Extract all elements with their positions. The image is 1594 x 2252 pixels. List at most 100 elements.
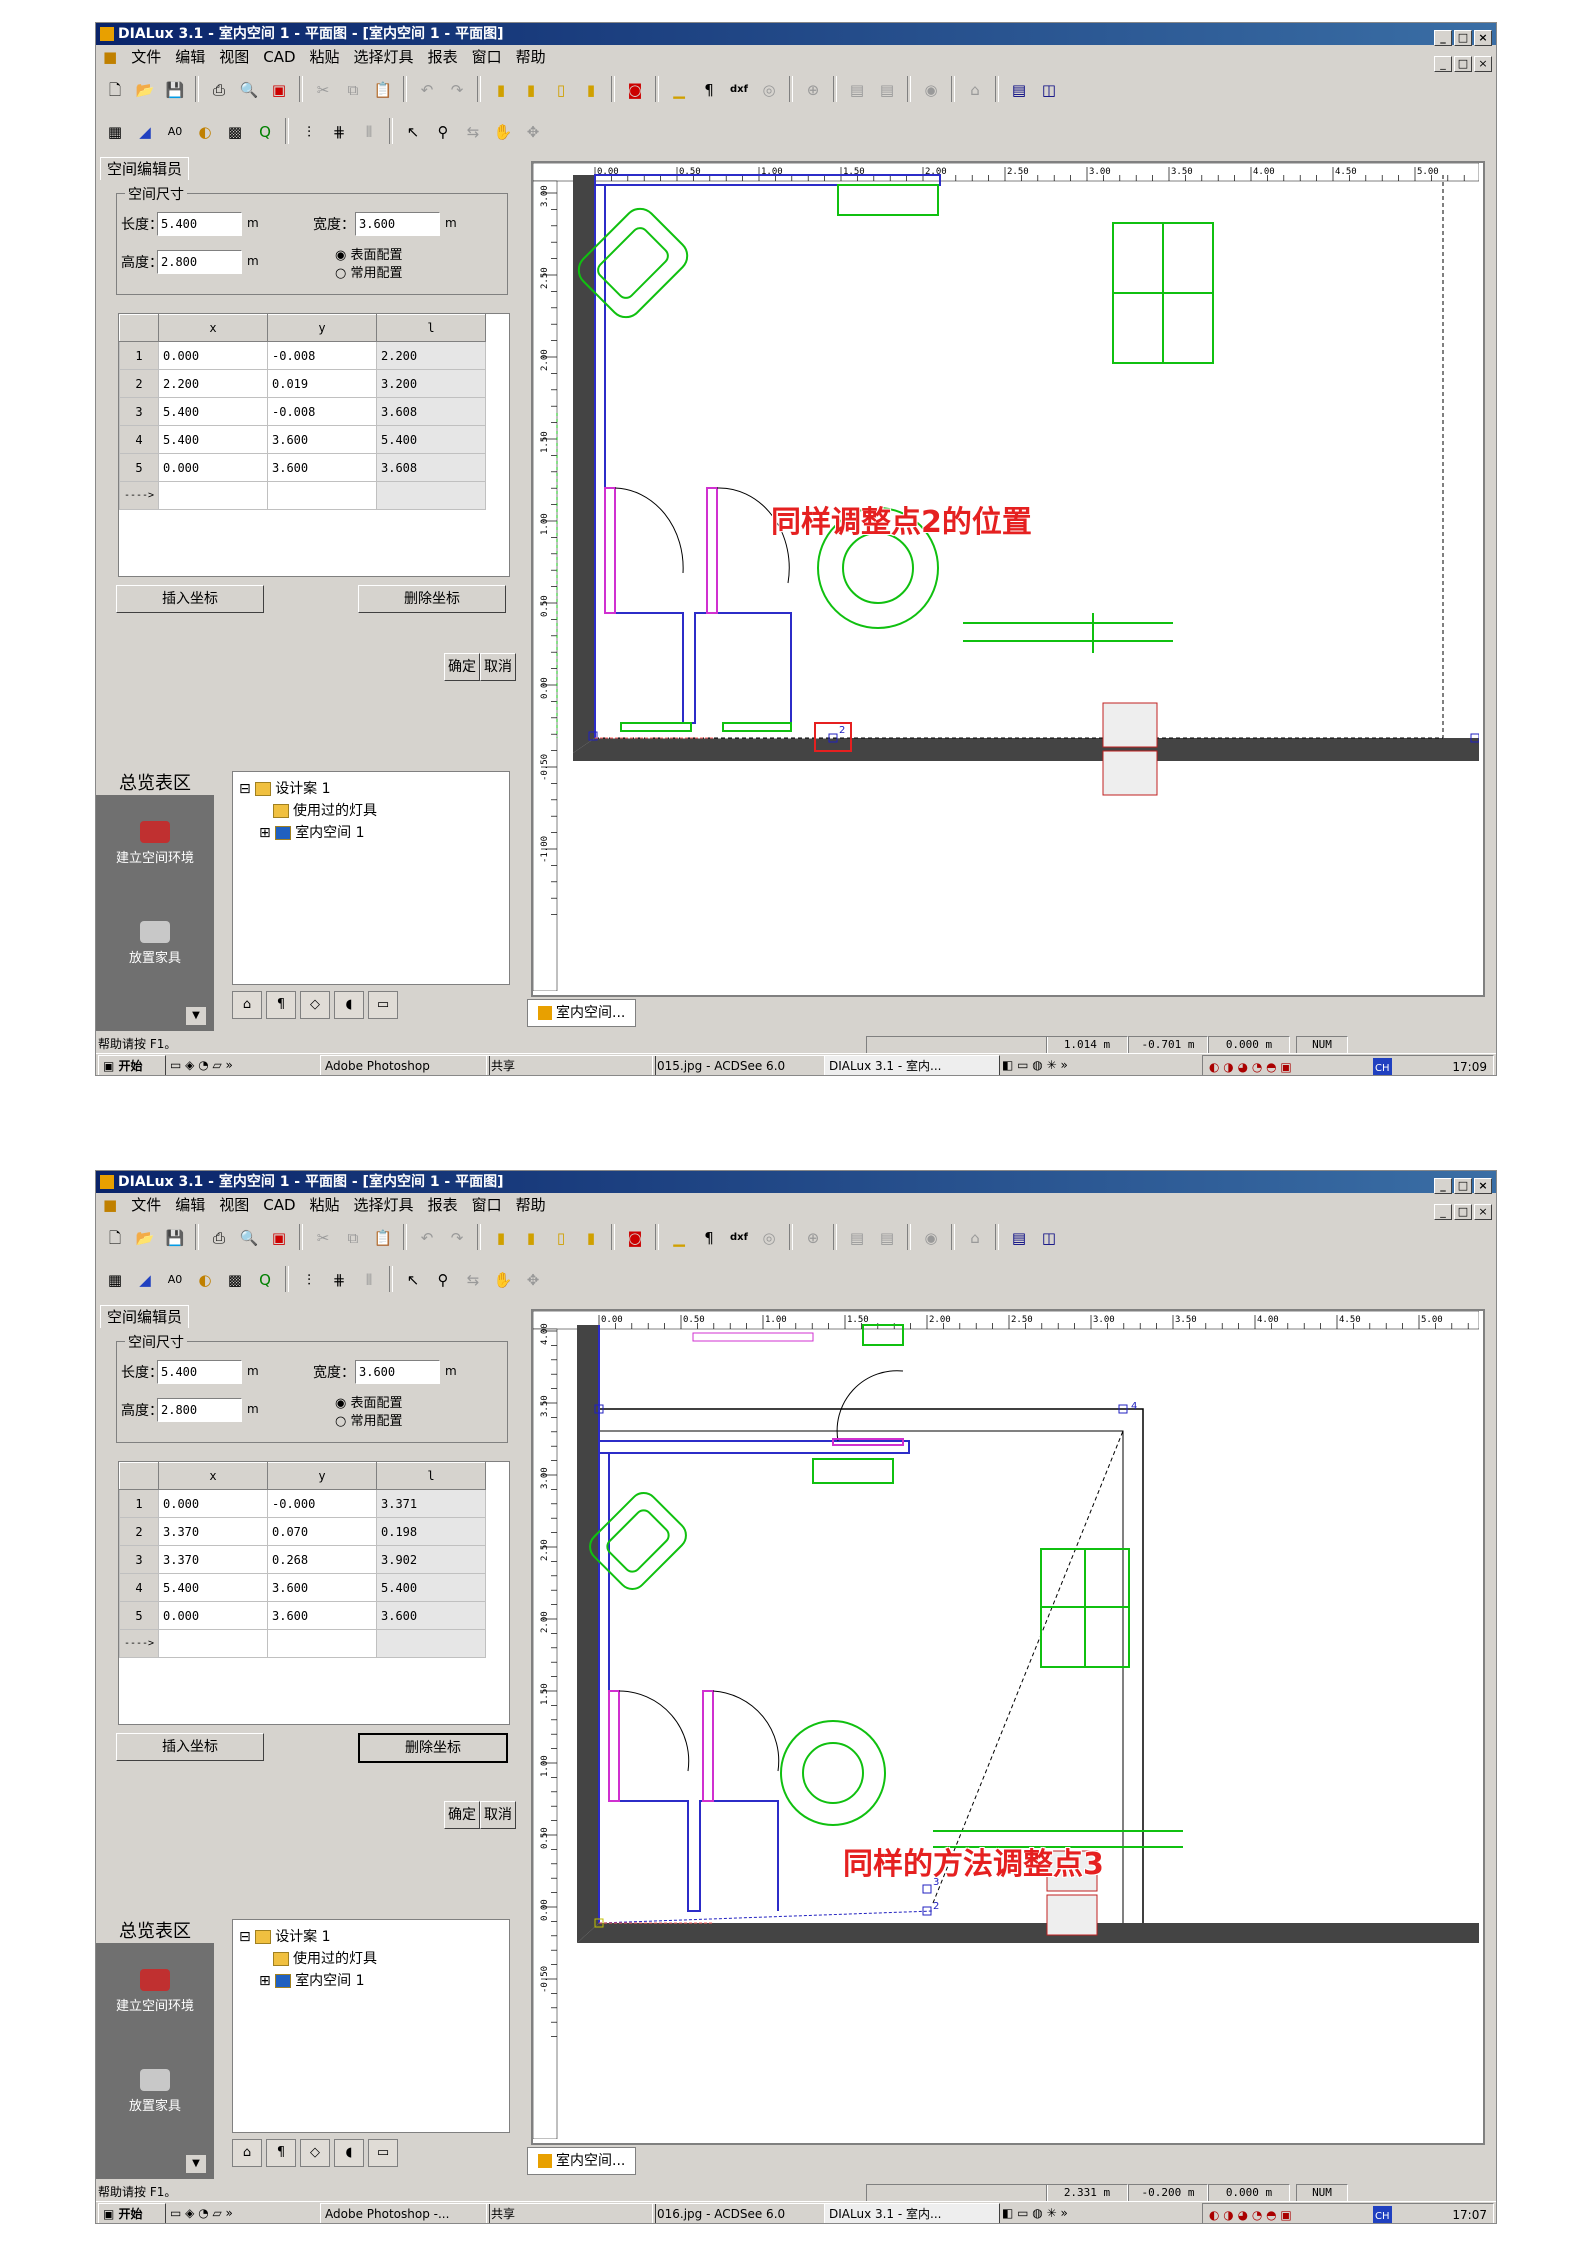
table-row-new[interactable]: ----> <box>119 481 486 510</box>
start-button[interactable]: ▣ 开始 <box>98 2203 166 2223</box>
menu-paste[interactable]: 粘贴 <box>303 1193 347 1217</box>
table-row[interactable]: 3 3.370 0.268 3.902 <box>119 1545 486 1574</box>
scroll-down-icon[interactable]: ▼ <box>186 1007 206 1025</box>
insert-coordinate-button[interactable]: 插入坐标 <box>116 585 264 613</box>
cell-y[interactable] <box>267 481 377 510</box>
doc2-icon[interactable]: ▤ <box>873 1224 901 1252</box>
orbit-icon[interactable]: ✥ <box>519 118 547 146</box>
room-icon[interactable]: ▮ <box>487 76 515 104</box>
doc2-icon[interactable]: ▤ <box>873 76 901 104</box>
ok-button[interactable]: 确定 <box>444 1801 480 1829</box>
dxf-icon[interactable]: dxf <box>725 76 753 104</box>
cell-y[interactable] <box>267 1629 377 1658</box>
table-row[interactable]: 5 0.000 3.600 3.600 <box>119 1601 486 1630</box>
tab-project-icon[interactable]: ⌂ <box>232 991 262 1019</box>
lamp-icon[interactable]: ▁ <box>665 76 693 104</box>
radio-common-config[interactable]: ○ 常用配置 <box>335 262 403 281</box>
taskbar-item-photoshop[interactable]: Adobe Photoshop -... <box>320 2203 490 2223</box>
cell-y[interactable]: 0.019 <box>267 369 377 398</box>
tree-node-project[interactable]: ⊟ 设计案 1 <box>239 1926 331 1946</box>
ime-indicator[interactable]: CH <box>1373 1058 1392 1075</box>
doc-icon[interactable]: ▤ <box>843 1224 871 1252</box>
cell-x[interactable]: 5.400 <box>158 425 268 454</box>
open-icon[interactable]: 📂 <box>131 76 159 104</box>
cell-y[interactable]: -0.000 <box>267 1489 377 1518</box>
menu-view[interactable]: 视图 <box>212 1193 256 1217</box>
menu-reports[interactable]: 报表 <box>421 45 465 69</box>
folder-icon[interactable]: ⌂ <box>961 76 989 104</box>
folder-icon[interactable]: ⌂ <box>961 1224 989 1252</box>
disc-icon[interactable]: ◎ <box>755 1224 783 1252</box>
cell-l[interactable]: 3.600 <box>376 1601 486 1630</box>
doc-icon[interactable]: ▤ <box>843 76 871 104</box>
table-row[interactable]: 3 5.400 -0.008 3.608 <box>119 397 486 426</box>
height-input[interactable]: 2.800 <box>157 250 242 274</box>
zoom-icon[interactable]: ⚲ <box>429 118 457 146</box>
cell-l[interactable]: 5.400 <box>376 425 486 454</box>
quicklaunch-icons[interactable]: ▭ ◈ ◔ ▱ » <box>170 2202 233 2223</box>
length-input[interactable]: 5.400 <box>157 1360 242 1384</box>
orbit-icon[interactable]: ✥ <box>519 1266 547 1294</box>
tab-output-icon[interactable]: ▭ <box>368 2139 398 2167</box>
luminaire-icon[interactable]: ¶ <box>695 1224 723 1252</box>
table-row[interactable]: 4 5.400 3.600 5.400 <box>119 425 486 454</box>
cell-y[interactable]: 3.600 <box>267 453 377 482</box>
cell-l[interactable]: 3.371 <box>376 1489 486 1518</box>
tree-node-project[interactable]: ⊟ 设计案 1 <box>239 778 331 798</box>
cell-y[interactable]: -0.008 <box>267 397 377 426</box>
insert-coordinate-button[interactable]: 插入坐标 <box>116 1733 264 1761</box>
menu-cad[interactable]: CAD <box>256 45 302 69</box>
pointer-icon[interactable]: ↖ <box>399 118 427 146</box>
preview-icon[interactable]: 🔍 <box>235 1224 263 1252</box>
cut-icon[interactable]: ✂ <box>309 76 337 104</box>
cell-x[interactable]: 5.400 <box>158 397 268 426</box>
menu-window[interactable]: 窗口 <box>465 1193 509 1217</box>
layer2-icon[interactable]: ▮ <box>577 76 605 104</box>
new-icon[interactable]: 🗋 <box>101 1224 129 1252</box>
undo-icon[interactable]: ↶ <box>413 1224 441 1252</box>
pdf-icon[interactable]: ▣ <box>265 76 293 104</box>
paste-icon[interactable]: 📋 <box>369 1224 397 1252</box>
print-icon[interactable]: ⎙ <box>205 76 233 104</box>
pan-3d-icon[interactable]: ⇆ <box>459 1266 487 1294</box>
cell-l[interactable]: 3.200 <box>376 369 486 398</box>
menu-paste[interactable]: 粘贴 <box>303 45 347 69</box>
copy-icon[interactable]: ⧉ <box>339 76 367 104</box>
taskbar-item-share[interactable]: 共享 <box>486 2203 656 2223</box>
length-input[interactable]: 5.400 <box>157 212 242 236</box>
tree-node-room[interactable]: ⊞ 室内空间 1 <box>259 1970 365 1990</box>
luminaire-icon[interactable]: ¶ <box>695 76 723 104</box>
cancel-button[interactable]: 取消 <box>480 1801 516 1829</box>
room-icon[interactable]: ▮ <box>487 1224 515 1252</box>
tray-icons[interactable]: ◐ ◑ ◕ ◔ ◓ ▣ <box>1209 1056 1292 1075</box>
target-icon[interactable]: ⊕ <box>799 1224 827 1252</box>
delete-coordinate-button[interactable]: 删除坐标 <box>358 585 506 613</box>
window-h-icon[interactable]: ▤ <box>1005 1224 1033 1252</box>
height-input[interactable]: 2.800 <box>157 1398 242 1422</box>
menu-file[interactable]: 文件 <box>124 1193 168 1217</box>
maximize-button[interactable]: □ <box>1454 1178 1472 1194</box>
pan-3d-icon[interactable]: ⇆ <box>459 118 487 146</box>
tree-node-used-luminaires[interactable]: 使用过的灯具 <box>273 1948 377 1968</box>
cell-x[interactable]: 5.400 <box>158 1573 268 1602</box>
calc-icon[interactable]: ▩ <box>221 1266 249 1294</box>
window-h-icon[interactable]: ▤ <box>1005 76 1033 104</box>
hatch-icon[interactable]: ⋕ <box>325 118 353 146</box>
taskbar-item-share[interactable]: 共享 <box>486 1055 656 1075</box>
cell-y[interactable]: 3.600 <box>267 1601 377 1630</box>
minimize-button[interactable]: _ <box>1434 30 1452 46</box>
window-v-icon[interactable]: ◫ <box>1035 76 1063 104</box>
room2-icon[interactable]: ▮ <box>517 1224 545 1252</box>
menu-edit[interactable]: 编辑 <box>168 1193 212 1217</box>
menu-help[interactable]: 帮助 <box>509 1193 553 1217</box>
radio-surface-config[interactable]: ◉ 表面配置 <box>335 244 403 263</box>
scroll-down-icon[interactable]: ▼ <box>186 2155 206 2173</box>
grid-icon[interactable]: ▦ <box>101 118 129 146</box>
layer-icon[interactable]: ▯ <box>547 1224 575 1252</box>
taskbar-tools-icons[interactable]: ◧ ▭ ◍ ✳ » <box>1002 1054 1068 1075</box>
delete-coordinate-button[interactable]: 删除坐标 <box>358 1733 508 1763</box>
minimize-button[interactable]: _ <box>1434 1178 1452 1194</box>
cell-x[interactable]: 0.000 <box>158 1489 268 1518</box>
cell-l[interactable] <box>376 481 486 510</box>
wall-icon[interactable]: ◢ <box>131 118 159 146</box>
